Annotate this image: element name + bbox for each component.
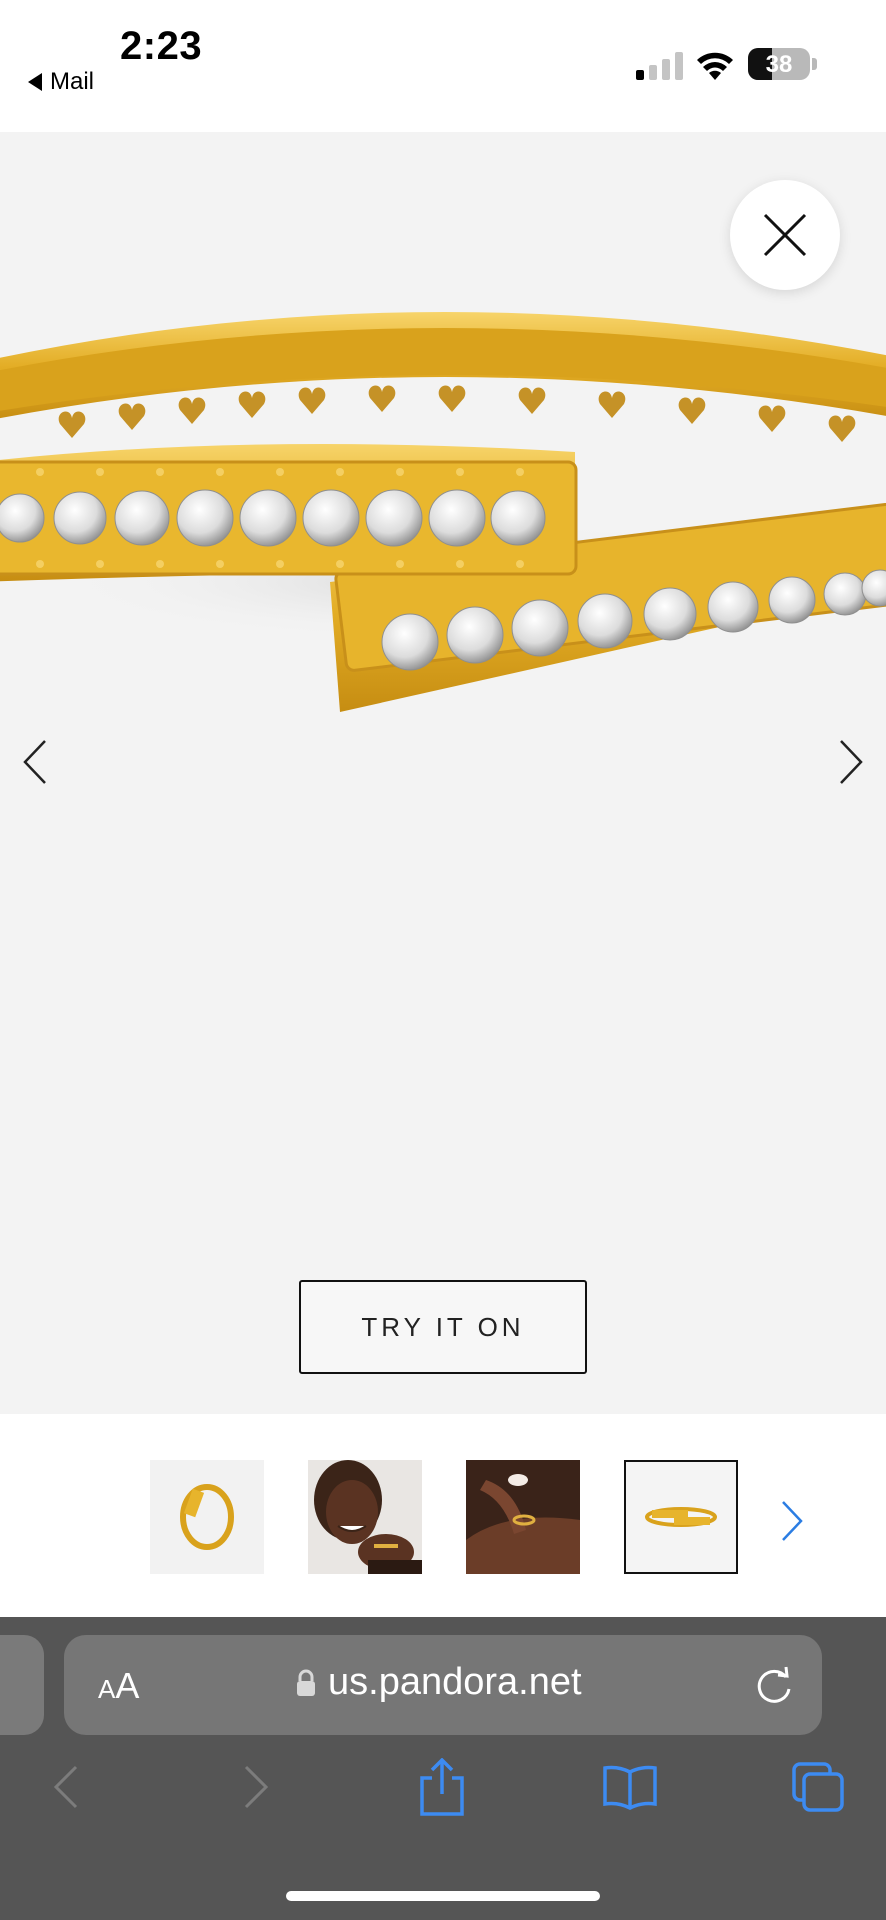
- chevron-left-icon: [23, 740, 46, 784]
- back-button[interactable]: [36, 1757, 96, 1817]
- thumbnail-ring-side[interactable]: [624, 1460, 738, 1574]
- bookmarks-button[interactable]: [600, 1757, 660, 1817]
- signal-bar: [636, 70, 644, 80]
- model-face-thumbnail-image: [308, 1460, 422, 1574]
- ring-front-thumbnail-image: [150, 1460, 264, 1574]
- signal-bar: [675, 52, 683, 80]
- home-indicator: [286, 1891, 600, 1901]
- signal-bar: [649, 65, 657, 80]
- share-button[interactable]: [412, 1757, 472, 1817]
- share-icon: [420, 1758, 464, 1816]
- thumbnail-strip: [0, 1414, 886, 1617]
- signal-icon: [636, 52, 683, 80]
- chevron-right-icon: [782, 1501, 803, 1541]
- thumbnail-next-button[interactable]: [772, 1496, 812, 1546]
- forward-button[interactable]: [226, 1757, 286, 1817]
- status-time: 2:23: [120, 24, 203, 68]
- url-display[interactable]: us.pandora.net: [296, 1661, 582, 1704]
- previous-tab-preview[interactable]: [0, 1635, 44, 1735]
- close-button[interactable]: [730, 180, 840, 290]
- thumbnail-model-face[interactable]: [308, 1460, 422, 1574]
- model-hand-thumbnail-image: [466, 1460, 580, 1574]
- try-it-on-button[interactable]: TRY IT ON: [299, 1280, 587, 1374]
- signal-bar: [662, 59, 670, 80]
- back-to-mail-button[interactable]: Mail: [28, 68, 94, 96]
- thumbnail-model-hand[interactable]: [466, 1460, 580, 1574]
- battery-icon: 38: [748, 48, 810, 80]
- bookmarks-icon: [603, 1765, 657, 1810]
- battery-cap: [812, 58, 817, 70]
- status-bar: 2:23 Mail 38: [0, 0, 886, 132]
- text-size-large-label: A: [115, 1665, 140, 1706]
- ring-side-thumbnail-image: [626, 1462, 736, 1572]
- battery-percent: 38: [765, 51, 793, 78]
- back-icon: [53, 1765, 78, 1809]
- chevron-right-icon: [840, 740, 863, 784]
- product-image-viewer[interactable]: TRY IT ON: [0, 132, 886, 1414]
- close-icon: [763, 213, 807, 257]
- previous-image-button[interactable]: [10, 732, 60, 792]
- text-size-button[interactable]: AA: [98, 1665, 139, 1707]
- wifi-icon: [697, 52, 733, 80]
- next-image-button[interactable]: [826, 732, 876, 792]
- tabs-button[interactable]: [788, 1757, 848, 1817]
- forward-icon: [244, 1765, 269, 1809]
- url-text: us.pandora.net: [328, 1661, 582, 1703]
- address-bar[interactable]: AA us.pandora.net: [64, 1635, 822, 1735]
- tabs-icon: [792, 1762, 844, 1812]
- back-triangle-icon: [28, 73, 42, 91]
- text-size-small-label: A: [98, 1674, 116, 1704]
- back-app-label: Mail: [50, 68, 95, 95]
- thumbnail-ring-front[interactable]: [150, 1460, 264, 1574]
- reload-icon[interactable]: [752, 1663, 796, 1707]
- lock-icon: [297, 1669, 315, 1696]
- browser-toolbar: AA us.pandora.net: [0, 1617, 886, 1920]
